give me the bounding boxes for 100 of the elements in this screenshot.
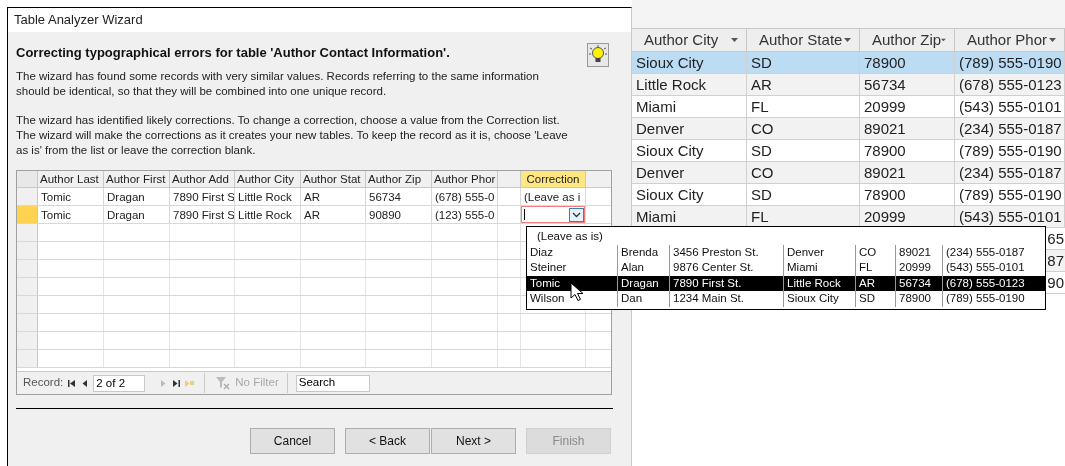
table-cell: 7890 First S xyxy=(170,206,235,223)
table-cell: 78900 xyxy=(860,184,955,205)
dropdown-button[interactable] xyxy=(569,207,584,222)
table-cell-text: 90 xyxy=(1047,273,1064,293)
sort-arrow-icon[interactable] xyxy=(844,38,851,42)
table-cell: Sioux City xyxy=(632,184,747,205)
option-cell[interactable]: AR xyxy=(856,275,896,291)
option-cell[interactable]: 3456 Preston St. xyxy=(670,244,784,260)
dropdown-option[interactable]: (Leave as is) xyxy=(527,229,603,245)
option-cell[interactable]: Little Rock xyxy=(784,275,856,291)
record-label: Record: xyxy=(23,375,64,391)
table-cell: (789) 555-0190 xyxy=(955,184,1065,205)
option-cell[interactable]: 7890 First St. xyxy=(670,275,784,291)
table-cell: Little Rock xyxy=(235,206,301,223)
row-selector[interactable] xyxy=(17,332,38,349)
instruction-text: The wizard has found some records with very similar values. Records referring to the same information should be identical, so that they will be combined into one unique record. xyxy=(16,69,540,99)
sort-arrow-icon[interactable] xyxy=(941,38,946,42)
option-cell[interactable]: Steiner xyxy=(527,260,618,276)
table-cell: 90890 xyxy=(366,206,432,223)
sort-arrow-icon[interactable] xyxy=(731,38,738,42)
record-number-field[interactable]: 2 of 2 xyxy=(93,374,146,392)
option-cell[interactable]: 78900 xyxy=(896,291,943,307)
option-cell[interactable]: (543) 555-0101 xyxy=(943,260,1045,276)
last-record-icon[interactable] xyxy=(172,378,182,388)
table-cell: 89021 xyxy=(860,118,955,139)
option-cell[interactable]: Diaz xyxy=(527,244,618,260)
column-header[interactable]: Author Stat xyxy=(301,171,366,187)
column-header[interactable]: Author Zip xyxy=(366,171,432,187)
column-header[interactable]: Author City xyxy=(235,171,301,187)
row-selector[interactable] xyxy=(17,242,38,259)
wizard-button[interactable]: < Back xyxy=(345,428,430,454)
table-cell: Denver xyxy=(632,118,747,139)
correction-cell[interactable]: (Leave as i xyxy=(521,187,584,206)
option-cell[interactable]: 20999 xyxy=(896,260,943,276)
row-selector[interactable] xyxy=(17,188,38,205)
previous-record-icon[interactable] xyxy=(80,378,90,388)
option-cell[interactable]: 56734 xyxy=(896,275,943,291)
sort-arrow-icon[interactable] xyxy=(1049,38,1056,42)
option-cell[interactable]: Dan xyxy=(618,291,670,307)
filter-icon xyxy=(215,376,232,390)
chevron-down-icon xyxy=(572,211,581,218)
option-cell[interactable]: 89021 xyxy=(896,244,943,260)
option-cell[interactable]: Alan xyxy=(618,260,670,276)
option-cell[interactable]: 1234 Main St. xyxy=(670,291,784,307)
correction-combo-box[interactable] xyxy=(521,206,585,223)
table-cell-text: 87 xyxy=(1047,251,1064,271)
option-cell[interactable]: (789) 555-0190 xyxy=(943,291,1045,307)
lightbulb-icon[interactable] xyxy=(587,43,609,67)
option-cell[interactable]: FL xyxy=(856,260,896,276)
row-selector[interactable] xyxy=(17,278,38,295)
row-selector[interactable] xyxy=(17,314,38,331)
option-cell[interactable]: Dragan xyxy=(618,275,670,291)
table-cell: AR xyxy=(301,206,366,223)
column-header[interactable]: Author First xyxy=(104,171,170,187)
select-all-corner[interactable] xyxy=(17,171,38,187)
table-cell: 78900 xyxy=(860,52,955,73)
table-cell: 89021 xyxy=(860,162,955,183)
table-cell: Dragan xyxy=(104,206,170,223)
table-cell: Little Rock xyxy=(632,74,747,95)
instruction-text: The wizard has identified likely corrections. To change a correction, choose a value from the Correction list. The wizard will make the corrections as it creates your new tables. To keep the record as it is, choose 'Leave as is' from the list or leave the correction blank. xyxy=(16,113,569,158)
table-cell: Denver xyxy=(632,162,747,183)
option-cell[interactable]: Brenda xyxy=(618,244,670,260)
table-cell: (789) 555-0190 xyxy=(955,52,1065,73)
column-header[interactable]: Author Phor xyxy=(432,171,498,187)
search-field[interactable]: Search xyxy=(295,374,370,392)
row-selector[interactable] xyxy=(17,350,38,367)
option-cell[interactable]: 9876 Center St. xyxy=(670,260,784,276)
column-header-label: Author State xyxy=(759,29,843,50)
column-header-label: Author Zip xyxy=(872,29,942,50)
wizard-button[interactable]: Next > xyxy=(431,428,516,454)
table-cell: Little Rock xyxy=(235,188,301,205)
column-header[interactable]: Correction xyxy=(521,171,586,187)
table-cell: 7890 First S xyxy=(170,188,235,205)
row-selector[interactable] xyxy=(17,224,38,241)
row-selector[interactable] xyxy=(17,296,38,313)
table-cell: Dragan xyxy=(104,188,170,205)
table-cell: (678) 555-0 xyxy=(432,188,498,205)
table-cell: (678) 555-0123 xyxy=(955,74,1065,95)
wizard-button[interactable]: Cancel xyxy=(250,428,335,454)
first-record-icon[interactable] xyxy=(67,378,77,388)
table-cell: FL xyxy=(747,96,860,117)
table-cell: Tomic xyxy=(38,188,104,205)
row-selector[interactable] xyxy=(17,260,38,277)
option-cell[interactable]: CO xyxy=(856,244,896,260)
column-header[interactable]: Author Add xyxy=(170,171,235,187)
table-cell: SD xyxy=(747,52,860,73)
option-cell[interactable]: SD xyxy=(856,291,896,307)
option-cell[interactable]: (234) 555-0187 xyxy=(943,244,1045,260)
table-cell: (234) 555-0187 xyxy=(955,118,1065,139)
option-cell[interactable]: Denver xyxy=(784,244,856,260)
option-cell[interactable]: Miami xyxy=(784,260,856,276)
table-cell: CO xyxy=(747,118,860,139)
column-header[interactable]: Author Last xyxy=(38,171,104,187)
option-cell[interactable]: Sioux City xyxy=(784,291,856,307)
row-selector[interactable] xyxy=(17,206,38,223)
table-cell: Tomic xyxy=(38,206,104,223)
table-cell: CO xyxy=(747,162,860,183)
table-cell: SD xyxy=(747,184,860,205)
table-cell: (234) 555-0187 xyxy=(955,162,1065,183)
option-cell[interactable]: (678) 555-0123 xyxy=(943,275,1045,291)
